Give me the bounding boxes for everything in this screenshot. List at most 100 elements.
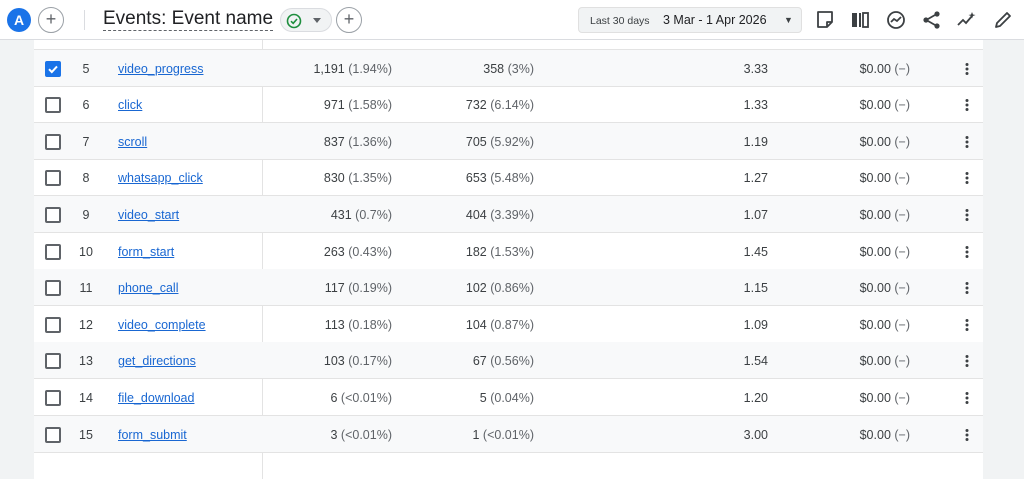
add-comparison-button[interactable]: + bbox=[38, 7, 64, 33]
total-users-pct: (0.86%) bbox=[490, 281, 534, 296]
revenue-cell: $0.00 (−) bbox=[860, 245, 910, 259]
table-row[interactable]: 9 video_start 431 (0.7%) 404 (3.39%) 1.07 $0.… bbox=[34, 196, 983, 233]
pencil-icon[interactable] bbox=[991, 8, 1015, 32]
event-name-link[interactable]: video_complete bbox=[118, 318, 206, 332]
more-vert-icon[interactable] bbox=[963, 98, 971, 112]
total-revenue: $0.00 bbox=[859, 61, 891, 76]
event-count-per-user: 1.19 bbox=[743, 134, 768, 149]
edit-comparison-icon[interactable] bbox=[813, 8, 837, 32]
row-checkbox[interactable] bbox=[45, 97, 61, 114]
total-revenue: $0.00 bbox=[859, 134, 891, 149]
table-row[interactable]: 13 get_directions 103 (0.17%) 67 (0.56%) 1.5… bbox=[34, 342, 983, 380]
more-vert-icon[interactable] bbox=[963, 208, 971, 222]
insights-icon[interactable] bbox=[884, 8, 908, 32]
event-name-link[interactable]: video_progress bbox=[118, 62, 203, 76]
event-name-link[interactable]: scroll bbox=[118, 135, 147, 149]
event-name-link[interactable]: phone_call bbox=[118, 281, 178, 295]
row-checkbox[interactable] bbox=[45, 353, 61, 370]
row-checkbox[interactable] bbox=[45, 60, 61, 77]
row-checkbox[interactable] bbox=[45, 207, 61, 223]
total-users-pct: (6.14%) bbox=[490, 98, 534, 113]
more-vert-icon[interactable] bbox=[963, 318, 971, 332]
total-users: 104 bbox=[465, 317, 487, 332]
more-vert-icon[interactable] bbox=[963, 354, 971, 368]
revenue-cell: $0.00 (−) bbox=[860, 318, 910, 332]
more-vert-icon[interactable] bbox=[963, 391, 971, 405]
row-checkbox[interactable] bbox=[45, 243, 61, 260]
total-users: 732 bbox=[465, 98, 487, 113]
total-revenue-pct: (−) bbox=[894, 427, 910, 442]
total-users-cell: 67 (0.56%) bbox=[473, 354, 534, 368]
event-name-link[interactable]: form_start bbox=[118, 245, 174, 259]
check-circle-icon bbox=[286, 13, 302, 29]
page-title[interactable]: Events: Event name bbox=[103, 7, 274, 31]
total-users-pct: (0.56%) bbox=[490, 354, 534, 369]
table-row[interactable]: 15 form_submit 3 (<0.01%) 1 (<0.01%) 3.00 $0.… bbox=[34, 415, 983, 453]
table-row[interactable]: 10 form_start 263 (0.43%) 182 (1.53%) 1.45 $0… bbox=[34, 233, 983, 270]
event-count-pct: (0.43%) bbox=[348, 244, 392, 259]
total-revenue: $0.00 bbox=[859, 391, 891, 405]
row-number: 13 bbox=[79, 354, 93, 369]
row-checkbox[interactable] bbox=[45, 316, 61, 333]
total-revenue-pct: (−) bbox=[894, 61, 910, 76]
row-checkbox[interactable] bbox=[45, 170, 61, 187]
event-name-link[interactable]: whatsapp_click bbox=[118, 171, 203, 185]
table-row[interactable]: 6 click 971 (1.58%) 732 (6.14%) 1.33 $0.00 (−… bbox=[34, 86, 983, 124]
total-users-cell: 358 (3%) bbox=[483, 62, 534, 76]
total-users-cell: 653 (5.48%) bbox=[466, 171, 534, 185]
more-vert-icon[interactable] bbox=[963, 171, 971, 185]
table-row[interactable]: 7 scroll 837 (1.36%) 705 (5.92%) 1.19 $0.00 (… bbox=[34, 122, 983, 160]
table-row[interactable]: 14 file_download 6 (<0.01%) 5 (0.04%) 1.20 $0… bbox=[34, 379, 983, 416]
event-count-cell: 971 (1.58%) bbox=[324, 98, 392, 112]
total-users: 102 bbox=[465, 281, 487, 296]
total-users-pct: (<0.01%) bbox=[482, 427, 534, 442]
row-number: 12 bbox=[79, 317, 93, 332]
row-number: 5 bbox=[82, 61, 90, 76]
table-row[interactable]: 8 whatsapp_click 830 (1.35%) 653 (5.48%) 1.2… bbox=[34, 159, 983, 197]
add-filter-button[interactable]: + bbox=[336, 7, 362, 33]
event-count-pct: (1.58%) bbox=[348, 98, 392, 113]
event-name-link[interactable]: form_submit bbox=[118, 428, 187, 442]
total-revenue: $0.00 bbox=[859, 281, 891, 296]
event-name-link[interactable]: get_directions bbox=[118, 354, 196, 368]
event-count-pct: (0.19%) bbox=[348, 281, 392, 296]
customize-report-icon[interactable] bbox=[848, 8, 872, 32]
report-status-dropdown[interactable] bbox=[280, 8, 332, 32]
more-vert-icon[interactable] bbox=[963, 281, 971, 295]
table-row[interactable]: 5 video_progress 1,191 (1.94%) 358 (3%) 3.33… bbox=[34, 49, 983, 87]
total-users: 653 bbox=[465, 171, 487, 186]
row-checkbox[interactable] bbox=[45, 390, 61, 406]
row-checkbox[interactable] bbox=[45, 280, 61, 297]
event-name-link[interactable]: video_start bbox=[118, 208, 179, 222]
event-count-pct: (0.18%) bbox=[348, 317, 392, 332]
more-vert-icon[interactable] bbox=[963, 62, 971, 76]
more-vert-icon[interactable] bbox=[963, 245, 971, 259]
more-vert-icon[interactable] bbox=[963, 135, 971, 149]
row-checkbox[interactable] bbox=[45, 133, 61, 150]
more-vert-icon[interactable] bbox=[963, 428, 971, 442]
table-row[interactable]: 11 phone_call 117 (0.19%) 102 (0.86%) 1.15 $0… bbox=[34, 269, 983, 307]
date-range-label: Last 30 days bbox=[590, 15, 650, 27]
total-users-pct: (0.04%) bbox=[490, 391, 534, 405]
table-row[interactable]: 12 video_complete 113 (0.18%) 104 (0.87%) 1.… bbox=[34, 306, 983, 343]
event-count-pct: (<0.01%) bbox=[340, 427, 392, 442]
event-count-cell: 113 (0.18%) bbox=[325, 318, 392, 332]
row-number: 14 bbox=[79, 391, 93, 405]
row-checkbox[interactable] bbox=[45, 426, 61, 443]
event-count-cell: 1,191 (1.94%) bbox=[313, 62, 392, 76]
trend-icon[interactable] bbox=[955, 8, 979, 32]
event-count: 1,191 bbox=[313, 61, 345, 76]
property-avatar[interactable]: A bbox=[7, 8, 31, 32]
total-users-cell: 404 (3.39%) bbox=[466, 208, 534, 222]
event-name-link[interactable]: file_download bbox=[118, 391, 194, 405]
event-count: 3 bbox=[330, 427, 338, 442]
event-count-cell: 103 (0.17%) bbox=[324, 354, 392, 368]
date-range-picker[interactable]: Last 30 days 3 Mar - 1 Apr 2026 ▼ bbox=[578, 7, 802, 33]
event-name-link[interactable]: click bbox=[118, 98, 142, 112]
event-count: 431 bbox=[330, 208, 352, 222]
report-header: A + Events: Event name + Last 30 days 3 … bbox=[0, 0, 1024, 40]
row-number: 6 bbox=[82, 98, 90, 113]
share-icon[interactable] bbox=[920, 8, 944, 32]
total-users-cell: 732 (6.14%) bbox=[466, 98, 534, 112]
revenue-cell: $0.00 (−) bbox=[860, 62, 910, 76]
